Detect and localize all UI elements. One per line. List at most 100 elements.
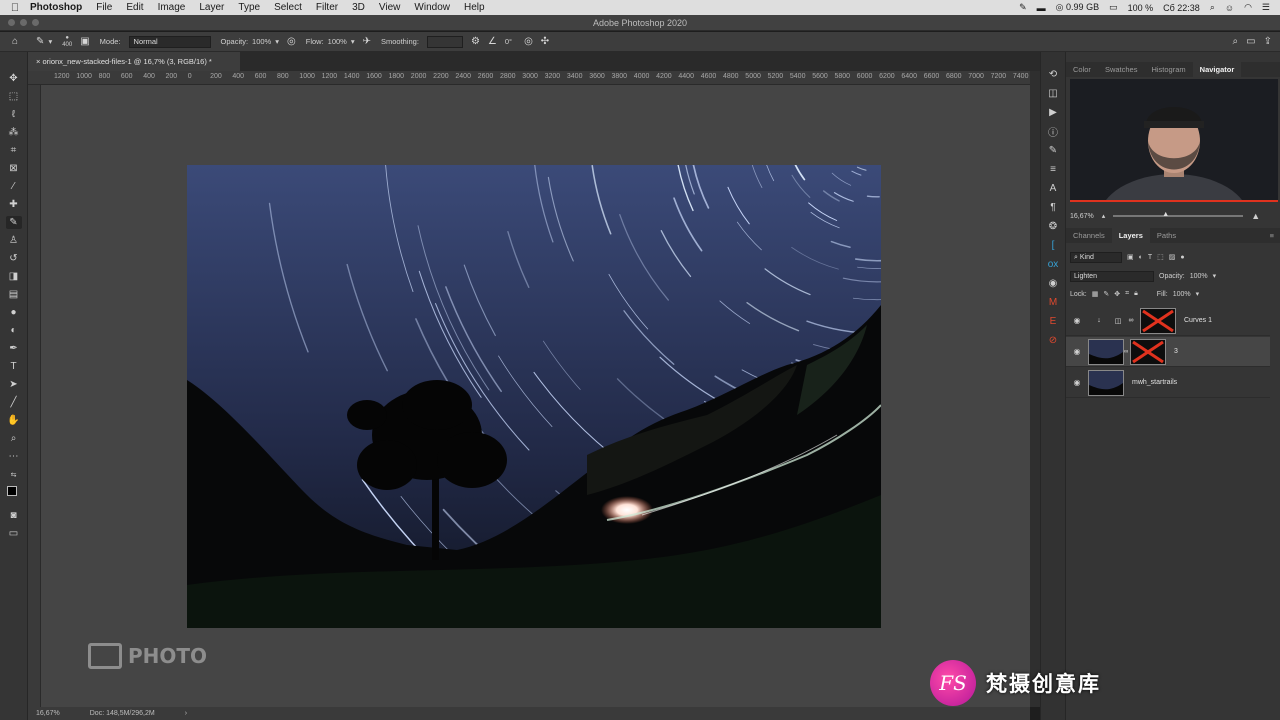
layer-opacity-field[interactable]: 100% xyxy=(1190,273,1208,280)
status-zoom[interactable]: 16,67% xyxy=(36,710,60,717)
gear-icon[interactable]: ⚙ xyxy=(471,36,480,47)
brush-settings-toggle[interactable]: ▣ xyxy=(80,36,89,47)
brush-preset-picker[interactable]: ✎ ▾ xyxy=(36,36,52,47)
menu-view[interactable]: View xyxy=(372,2,408,13)
lock-artboard-icon[interactable]: ⌗ xyxy=(1125,290,1129,298)
clone-stamp-tool-icon[interactable]: ♙ xyxy=(6,234,22,247)
vertical-ruler[interactable] xyxy=(28,85,41,707)
opacity-field[interactable]: 100% ▾ xyxy=(252,37,279,46)
flow-field[interactable]: 100% ▾ xyxy=(328,37,355,46)
smoothing-field[interactable] xyxy=(426,35,463,48)
navigator-zoom-thumb[interactable]: ▲ xyxy=(1162,211,1169,218)
navigator-zoom-slider[interactable]: ▲ xyxy=(1113,211,1244,218)
layer-row-mwh-startrails[interactable]: ◉ mwh_startrails xyxy=(1066,368,1270,398)
crop-tool-icon[interactable]: ⌗ xyxy=(6,144,22,157)
angle-field[interactable]: 0° xyxy=(505,37,512,46)
workspace-icon[interactable]: ▭ xyxy=(1246,36,1255,47)
close-window-button[interactable] xyxy=(8,19,15,26)
filter-type-icon[interactable]: T xyxy=(1148,254,1152,261)
panel-menu-icon[interactable]: ≡ xyxy=(1270,231,1274,240)
gradient-tool-icon[interactable]: ▤ xyxy=(6,288,22,301)
menu-app-name[interactable]: Photoshop xyxy=(30,2,89,13)
tab-swatches[interactable]: Swatches xyxy=(1098,62,1145,77)
move-tool-icon[interactable]: ✥ xyxy=(6,72,22,85)
vertical-scrollbar[interactable] xyxy=(1030,71,1040,707)
blend-mode-select[interactable]: Lighten xyxy=(1070,270,1154,282)
tab-navigator[interactable]: Navigator xyxy=(1192,62,1242,77)
menu-window[interactable]: Window xyxy=(407,2,457,13)
marquee-tool-icon[interactable]: ⬚ xyxy=(6,90,22,103)
pressure-opacity-icon[interactable]: ◎ xyxy=(287,36,296,47)
apple-icon[interactable]:  xyxy=(0,2,30,14)
paragraph-panel-icon[interactable]: ¶ xyxy=(1046,201,1060,213)
navigator-zoom-value[interactable]: 16,67% xyxy=(1070,213,1094,220)
visibility-eye-icon[interactable]: ◉ xyxy=(1066,378,1088,387)
home-icon[interactable]: ⌂ xyxy=(12,36,18,47)
menu-select[interactable]: Select xyxy=(267,2,309,13)
visibility-eye-icon[interactable]: ◉ xyxy=(1066,347,1088,356)
camera-plugin-icon[interactable]: ◉ xyxy=(1046,277,1060,289)
plugin-ox-icon[interactable]: ox xyxy=(1046,258,1060,270)
filter-kind-select[interactable]: ⌕ Kind xyxy=(1070,251,1122,263)
dodge-tool-icon[interactable]: ◐ xyxy=(6,324,22,337)
battery-status[interactable]: 100 % xyxy=(1128,3,1154,13)
lock-transparent-icon[interactable]: ▦ xyxy=(1092,290,1099,298)
user-icon[interactable]: ☺ xyxy=(1225,3,1234,13)
frame-tool-icon[interactable]: ⊠ xyxy=(6,162,22,175)
character-panel-icon[interactable]: A xyxy=(1046,182,1060,194)
menu-image[interactable]: Image xyxy=(151,2,193,13)
status-chevron-icon[interactable]: › xyxy=(185,710,187,717)
caret-icon[interactable]: ▾ xyxy=(1196,290,1200,298)
filter-toggle-icon[interactable]: ● xyxy=(1180,254,1184,261)
filter-smartobject-icon[interactable]: ▨ xyxy=(1169,253,1176,261)
memory-status[interactable]: ◎ 0.99 GB xyxy=(1056,2,1099,13)
screen-mode-icon[interactable]: ▭ xyxy=(6,527,22,540)
info-icon[interactable]: ⓘ xyxy=(1046,125,1060,139)
star-trails-photo[interactable] xyxy=(187,165,881,628)
clock[interactable]: Сб 22:38 xyxy=(1163,3,1200,13)
actions-play-icon[interactable]: ▶ xyxy=(1046,106,1060,118)
layer-fill-field[interactable]: 100% xyxy=(1173,291,1191,298)
pen-status-icon[interactable]: ✎ xyxy=(1019,2,1027,13)
zoom-in-icon[interactable]: ▲ xyxy=(1251,211,1260,221)
layer-mask-thumbnail[interactable] xyxy=(1130,338,1166,365)
lock-all-icon[interactable]: 🔒︎ xyxy=(1134,290,1138,298)
menu-help[interactable]: Help xyxy=(457,2,492,13)
menu-file[interactable]: File xyxy=(89,2,119,13)
airbrush-icon[interactable]: ✈ xyxy=(363,36,371,47)
navigator-preview-webcam[interactable] xyxy=(1070,79,1278,202)
color-swatches[interactable] xyxy=(6,486,22,504)
filter-pixel-icon[interactable]: ▣ xyxy=(1127,253,1134,261)
mode-select[interactable]: Normal xyxy=(128,35,211,48)
hand-tool-icon[interactable]: ✋ xyxy=(6,414,22,427)
foreground-color-swatch[interactable] xyxy=(6,486,17,496)
minimize-window-button[interactable] xyxy=(20,19,27,26)
flag-icon[interactable]: ▬ xyxy=(1037,3,1046,13)
search-icon[interactable]: ⌕ xyxy=(1233,36,1239,47)
screen-icon[interactable]: ▭ xyxy=(1109,2,1118,13)
menu-3d[interactable]: 3D xyxy=(345,2,372,13)
spotlight-search-icon[interactable]: ⌕ xyxy=(1210,2,1215,13)
magic-wand-tool-icon[interactable]: ⁂ xyxy=(6,126,22,139)
swap-colors-icon[interactable]: ⇆ xyxy=(6,468,22,481)
menu-type[interactable]: Type xyxy=(231,2,267,13)
brush-settings-icon[interactable]: ✎ xyxy=(1046,144,1060,156)
history-brush-tool-icon[interactable]: ↺ xyxy=(6,252,22,265)
caret-icon[interactable]: ▾ xyxy=(1213,272,1217,280)
layer-row-3[interactable]: ◉ ∞ 3 xyxy=(1066,337,1270,367)
lock-position-icon[interactable]: ✥ xyxy=(1114,290,1120,298)
menu-edit[interactable]: Edit xyxy=(119,2,150,13)
brush-size-preview[interactable]: ● 400 xyxy=(62,35,72,49)
eyedropper-tool-icon[interactable]: ⁄ xyxy=(6,180,22,193)
wifi-icon[interactable]: ◠ xyxy=(1244,2,1252,13)
share-icon[interactable]: ⇪ xyxy=(1264,36,1272,47)
tab-color[interactable]: Color xyxy=(1066,62,1098,77)
quick-mask-icon[interactable]: ◙ xyxy=(6,509,22,522)
layer-row-curves[interactable]: ◉ ↓ ◫ ∞ Curves 1 xyxy=(1066,306,1270,336)
filter-shape-icon[interactable]: ⬚ xyxy=(1157,253,1164,261)
horizontal-ruler[interactable]: 1200 1000 800 600 400 200 0 200 400 600 800 1000 120… xyxy=(28,71,1030,85)
type-tool-icon[interactable]: T xyxy=(6,360,22,373)
visibility-eye-icon[interactable]: ◉ xyxy=(1066,316,1088,325)
plugin-bracket-icon[interactable]: [ xyxy=(1046,239,1060,251)
layer-mask-thumbnail[interactable] xyxy=(1140,307,1176,334)
